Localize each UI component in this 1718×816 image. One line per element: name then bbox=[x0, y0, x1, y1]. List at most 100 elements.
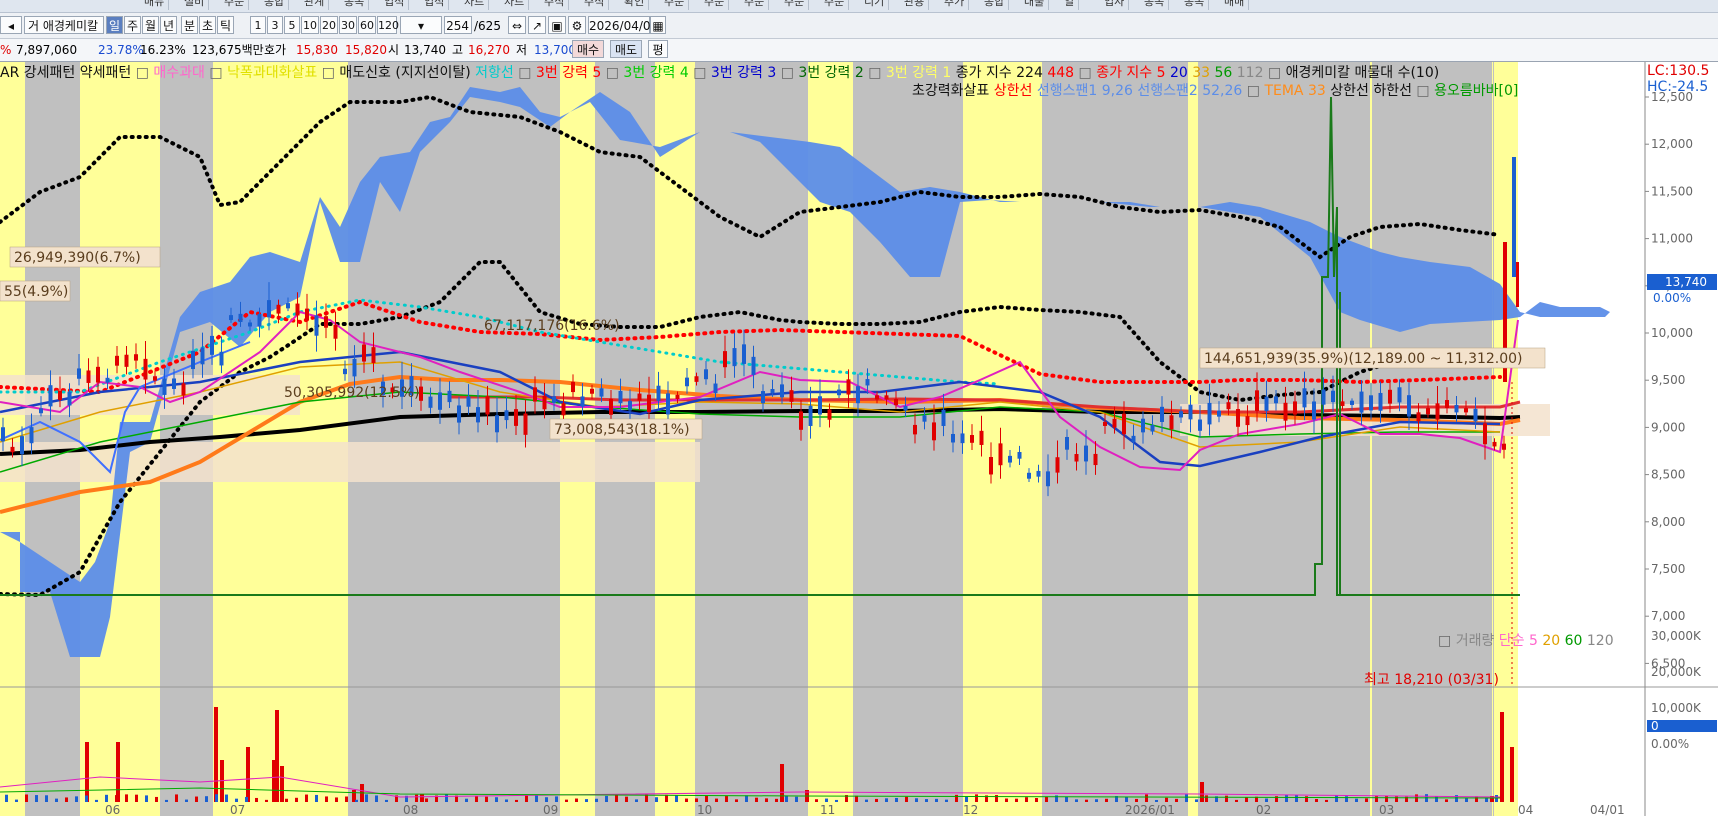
count-3[interactable]: 3 bbox=[267, 16, 283, 34]
menu-tab-22[interactable]: 대출 bbox=[1020, 0, 1050, 10]
period-2[interactable]: 월 bbox=[142, 16, 159, 34]
volume-bar bbox=[375, 795, 378, 802]
volume-bar bbox=[1235, 799, 1238, 802]
volume-bar bbox=[155, 796, 158, 802]
candle bbox=[305, 308, 309, 321]
band-gray-4 bbox=[695, 62, 808, 816]
menu-tab-4[interactable]: 관계 bbox=[300, 0, 330, 10]
legend-line1-item-16: 3번 강력 2 bbox=[798, 65, 868, 81]
x-tick-label: 2026/01 bbox=[1125, 803, 1175, 816]
count-5[interactable]: 5 bbox=[284, 16, 300, 34]
candle bbox=[884, 395, 889, 400]
gear-icon[interactable]: ⚙ bbox=[568, 16, 586, 34]
menu-tab-23[interactable]: 일 bbox=[1060, 0, 1080, 10]
period-3[interactable]: 년 bbox=[160, 16, 177, 34]
count-1[interactable]: 1 bbox=[250, 16, 266, 34]
calendar-icon[interactable]: ▦ bbox=[650, 16, 666, 34]
candle bbox=[808, 405, 813, 426]
volume-bar bbox=[245, 796, 248, 802]
menu-tab-19[interactable]: 관용 bbox=[900, 0, 930, 10]
range-input[interactable]: 254 bbox=[444, 16, 472, 34]
menu-tab-9[interactable]: 차트 bbox=[500, 0, 530, 10]
menu-tab-14[interactable]: 주문 bbox=[700, 0, 730, 10]
buy-button[interactable]: 매수 bbox=[572, 40, 604, 58]
candle bbox=[1093, 453, 1098, 466]
volume-bar bbox=[555, 796, 558, 802]
volume-bar bbox=[775, 798, 778, 802]
count-20[interactable]: 20 bbox=[320, 16, 338, 34]
volume-bar bbox=[935, 798, 938, 802]
candle bbox=[1283, 402, 1288, 421]
legend-line2-item-6: 상한선 bbox=[1330, 83, 1373, 99]
count-60[interactable]: 60 bbox=[358, 16, 376, 34]
candle bbox=[485, 396, 490, 415]
count-30[interactable]: 30 bbox=[339, 16, 357, 34]
candle bbox=[1512, 157, 1516, 277]
menu-tab-13[interactable]: 주문 bbox=[660, 0, 690, 10]
legend-line1-item-7: 매도신호 (지지선이탈) bbox=[339, 65, 475, 81]
menu-tab-26[interactable]: 종목 bbox=[1180, 0, 1210, 10]
volume-bar bbox=[715, 798, 718, 802]
volume-bar bbox=[1035, 798, 1038, 802]
count-dropdown[interactable]: ▾ bbox=[400, 16, 442, 34]
volume-bar bbox=[105, 794, 108, 802]
menu-tab-7[interactable]: 업적 bbox=[420, 0, 450, 10]
menu-tab-21[interactable]: 종합 bbox=[980, 0, 1010, 10]
period-1[interactable]: 주 bbox=[124, 16, 141, 34]
pct-sign: % bbox=[0, 43, 12, 57]
period-4[interactable]: 분 bbox=[181, 16, 198, 34]
candle bbox=[1473, 408, 1478, 422]
volume-bar bbox=[1495, 795, 1498, 802]
period-0[interactable]: 일 bbox=[106, 16, 123, 34]
menu-tab-27[interactable]: 매매 bbox=[1220, 0, 1250, 10]
menu-tab-10[interactable]: 주식 bbox=[540, 0, 570, 10]
y-tick-label: 7,500 bbox=[1651, 562, 1685, 576]
menu-tab-15[interactable]: 주문 bbox=[740, 0, 770, 10]
avg-button[interactable]: 평 bbox=[648, 40, 668, 58]
save-icon[interactable]: ▣ bbox=[548, 16, 566, 34]
menu-tab-2[interactable]: 주문 bbox=[220, 0, 250, 10]
volume-bar bbox=[945, 799, 948, 802]
sell-button[interactable]: 매도 bbox=[610, 40, 642, 58]
menu-tab-6[interactable]: 업적 bbox=[380, 0, 410, 10]
menu-tab-16[interactable]: 주문 bbox=[780, 0, 810, 10]
candle bbox=[609, 398, 613, 415]
zoom-icon[interactable]: ⇔ bbox=[508, 16, 526, 34]
candle bbox=[1226, 402, 1231, 410]
count-10[interactable]: 10 bbox=[301, 16, 319, 34]
candle bbox=[780, 384, 784, 398]
trend-icon[interactable]: ↗ bbox=[528, 16, 546, 34]
menu-tab-12[interactable]: 확인 bbox=[620, 0, 650, 10]
menu-tab-11[interactable]: 주식 bbox=[580, 0, 610, 10]
menu-tab-8[interactable]: 차트 bbox=[460, 0, 490, 10]
menu-tab-3[interactable]: 종합 bbox=[260, 0, 290, 10]
menu-tab-18[interactable]: 디기 bbox=[860, 0, 890, 10]
period-5[interactable]: 초 bbox=[199, 16, 216, 34]
volume-bar bbox=[55, 798, 58, 802]
menu-tab-1[interactable]: 설비 bbox=[180, 0, 210, 10]
candle bbox=[1055, 457, 1060, 473]
stock-name-field[interactable]: 거 애경케미칼 bbox=[24, 16, 104, 34]
menu-tab-25[interactable]: 종목 bbox=[1140, 0, 1170, 10]
menu-tab-17[interactable]: 주문 bbox=[820, 0, 850, 10]
candle bbox=[1103, 421, 1107, 426]
period-6[interactable]: 틱 bbox=[217, 16, 234, 34]
candle bbox=[913, 424, 917, 435]
date-input[interactable]: 2026/04/01 bbox=[588, 16, 658, 34]
menu-tab-5[interactable]: 종목 bbox=[340, 0, 370, 10]
count-120[interactable]: 120 bbox=[377, 16, 399, 34]
volume-bar bbox=[15, 799, 18, 802]
menu-tab-0[interactable]: 매뉴 bbox=[140, 0, 170, 10]
candle bbox=[20, 436, 24, 455]
x-tick-label: 08 bbox=[403, 803, 418, 816]
volume-bar bbox=[175, 794, 178, 802]
price-chart[interactable]: 12,50012,00011,50011,00010,50010,0009,50… bbox=[0, 62, 1718, 816]
menu-tab-20[interactable]: 추가 bbox=[940, 0, 970, 10]
nav-arrow-icon[interactable]: ◂ bbox=[0, 16, 22, 34]
candle bbox=[495, 415, 499, 433]
candle bbox=[362, 344, 366, 362]
candle bbox=[210, 335, 214, 355]
menu-tab-24[interactable]: 업자 bbox=[1100, 0, 1130, 10]
volume-bar bbox=[1085, 799, 1088, 802]
volume-bar bbox=[815, 799, 818, 802]
